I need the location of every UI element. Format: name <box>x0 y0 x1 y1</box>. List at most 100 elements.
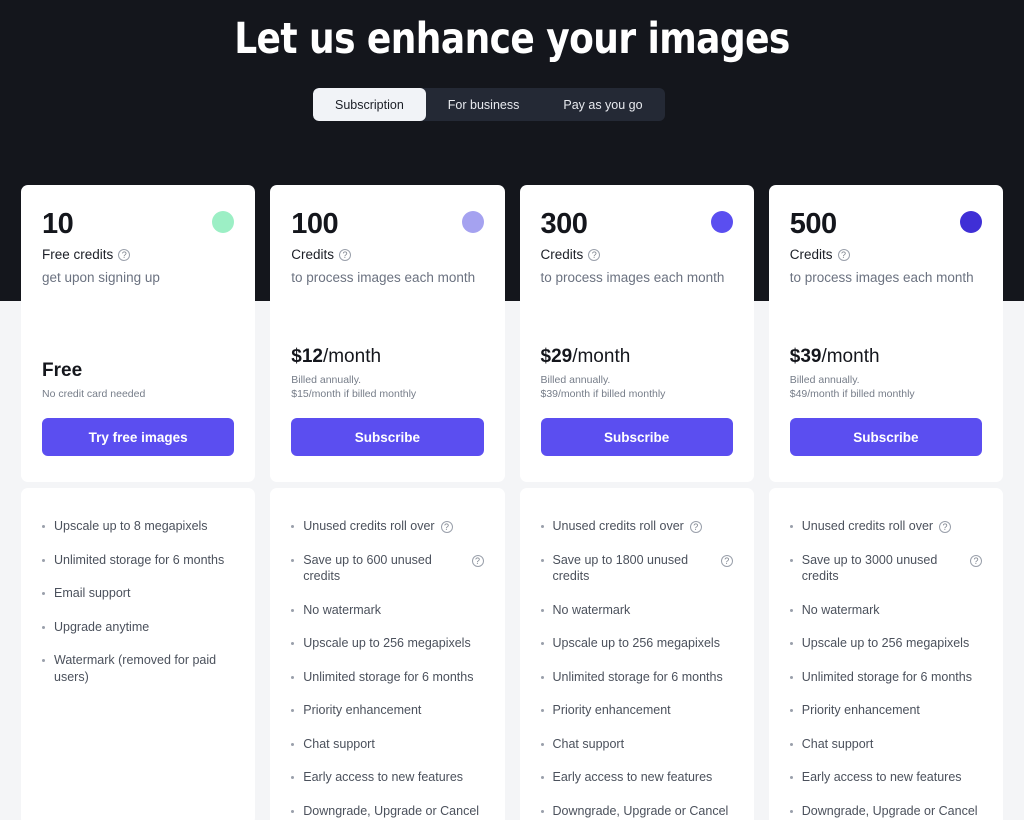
bullet-icon <box>540 809 544 813</box>
plan-price: $39/month <box>790 345 982 368</box>
plan-tier-dot <box>710 211 733 233</box>
price-block: $12/month Billed annually. $15/month if bi… <box>291 345 484 482</box>
help-circle-icon[interactable]: ? <box>939 521 952 533</box>
help-circle-icon[interactable]: ? <box>440 521 453 533</box>
feature-label: Priority enhancement <box>552 703 671 717</box>
plan-price: $29/month <box>541 345 733 368</box>
feature-item: Priority enhancement <box>291 702 483 719</box>
bullet-icon <box>291 525 295 528</box>
feature-label: Unused credits roll over <box>552 519 684 533</box>
feature-label: Unused credits roll over <box>303 519 435 533</box>
credits-amount: 10 <box>42 208 74 240</box>
try-free-images-button[interactable]: Try free images <box>42 418 235 456</box>
pricing-mode-tabs[interactable]: Subscription For business Pay as you go <box>313 88 665 121</box>
billing-note-line2: $15/month if billed monthly <box>291 387 417 400</box>
billing-note: Billed annually. $39/month if billed mont… <box>541 374 733 401</box>
credits-label: Free credits <box>42 247 114 262</box>
price-block: Free No credit card needed Try free images <box>42 359 235 483</box>
credits-label-row: Credits? <box>541 247 733 262</box>
credits-description: get upon signing up <box>42 270 160 285</box>
plan-price-amount: $29 <box>540 346 573 367</box>
help-circle-icon[interactable]: ? <box>970 554 982 567</box>
feature-item: Unlimited storage for 6 months <box>42 552 234 569</box>
feature-item: Chat support <box>291 736 483 753</box>
bullet-icon <box>540 642 544 645</box>
bullet-icon <box>540 525 544 528</box>
credits-label-row: Credits? <box>790 247 982 262</box>
pricing-card: 300 Credits? to process images each month $… <box>519 185 754 820</box>
feature-item: Priority enhancement <box>540 702 733 719</box>
subscribe-button[interactable]: Subscribe <box>540 418 733 456</box>
help-circle-icon[interactable]: ? <box>471 554 484 567</box>
feature-label: No watermark <box>303 602 382 617</box>
billing-note: No credit card needed <box>42 388 234 402</box>
bullet-icon <box>291 608 295 612</box>
feature-label: Downgrade, Upgrade or Cancel anytime <box>552 803 729 818</box>
help-circle-icon[interactable]: ? <box>118 248 131 261</box>
billing-note-line2: $39/month if billed monthly <box>540 387 666 400</box>
feature-item: Chat support <box>540 736 733 753</box>
plan-tier-dot <box>960 211 982 233</box>
bullet-icon <box>540 742 544 746</box>
feature-label: Save up to 1800 unused credits <box>552 552 689 584</box>
feature-item: Early access to new features <box>291 769 483 786</box>
billing-note-line1: Billed annually. <box>291 374 362 386</box>
billing-note: Billed annually. $49/month if billed mont… <box>790 374 982 401</box>
feature-item: Save up to 3000 unused credits? <box>789 552 982 585</box>
tab-subscription[interactable]: Subscription <box>313 88 426 121</box>
credits-label: Credits <box>540 247 584 262</box>
help-circle-icon[interactable]: ? <box>588 248 601 261</box>
feature-item: Downgrade, Upgrade or Cancel anytime <box>291 803 483 820</box>
feature-label: Watermark (removed for paid users) <box>54 653 217 684</box>
tab-pay-as-you-go[interactable]: Pay as you go <box>541 88 664 121</box>
feature-item: Unused credits roll over? <box>291 518 483 535</box>
feature-item: Upscale up to 256 megapixels <box>540 635 733 652</box>
feature-label: Downgrade, Upgrade or Cancel anytime <box>303 803 480 818</box>
plan-price: Free <box>42 359 234 382</box>
bullet-icon <box>291 558 295 562</box>
help-circle-icon[interactable]: ? <box>720 554 733 567</box>
tab-for-business[interactable]: For business <box>426 88 542 121</box>
pricing-card-grid: 10 Free credits? get upon signing up Free No… <box>21 185 1003 820</box>
bullet-icon <box>291 776 295 779</box>
feature-label: Upscale up to 256 megapixels <box>801 636 970 650</box>
plan-tier-dot <box>461 211 484 233</box>
help-circle-icon[interactable]: ? <box>689 521 702 533</box>
feature-label: Save up to 3000 unused credits <box>801 552 938 584</box>
plan-feature-list: Upscale up to 8 megapixels Unlimited stor… <box>21 488 256 820</box>
feature-label: Downgrade, Upgrade or Cancel anytime <box>801 803 978 818</box>
bullet-icon <box>789 608 793 612</box>
feature-label: Unlimited storage for 6 months <box>552 669 723 684</box>
pricing-card: 10 Free credits? get upon signing up Free No… <box>21 185 256 820</box>
feature-item: Unused credits roll over? <box>540 518 733 535</box>
feature-item: Downgrade, Upgrade or Cancel anytime <box>540 803 733 820</box>
subscribe-button[interactable]: Subscribe <box>789 418 982 456</box>
pricing-card-header: 300 Credits? to process images each month $… <box>519 185 754 482</box>
bullet-icon <box>42 625 45 629</box>
feature-label: Unlimited storage for 6 months <box>54 552 225 567</box>
feature-item: Unlimited storage for 6 months <box>789 669 982 686</box>
feature-item: Upscale up to 256 megapixels <box>789 635 982 652</box>
price-block: $29/month Billed annually. $39/month if bi… <box>540 345 733 482</box>
feature-label: Chat support <box>552 736 625 751</box>
bullet-icon <box>291 742 295 746</box>
feature-item: No watermark <box>291 602 483 619</box>
help-circle-icon[interactable]: ? <box>339 248 352 261</box>
subscribe-button[interactable]: Subscribe <box>291 418 484 456</box>
bullet-icon <box>789 709 793 712</box>
credits-amount: 300 <box>540 208 588 240</box>
billing-note-line1: No credit card needed <box>42 387 146 400</box>
plan-price-amount: $12 <box>291 346 323 367</box>
help-circle-icon[interactable]: ? <box>837 248 850 261</box>
feature-item: Early access to new features <box>540 769 733 786</box>
feature-item: Upgrade anytime <box>42 619 234 636</box>
bullet-icon <box>540 709 544 712</box>
credits-description: to process images each month <box>540 270 725 285</box>
bullet-icon <box>540 608 544 612</box>
feature-item: Downgrade, Upgrade or Cancel anytime <box>789 803 982 820</box>
feature-item: No watermark <box>789 602 982 619</box>
bullet-icon <box>540 675 544 679</box>
pricing-card-header: 10 Free credits? get upon signing up Free No… <box>21 185 256 483</box>
credits-amount: 500 <box>789 208 837 240</box>
feature-item: Save up to 600 unused credits? <box>291 552 484 585</box>
